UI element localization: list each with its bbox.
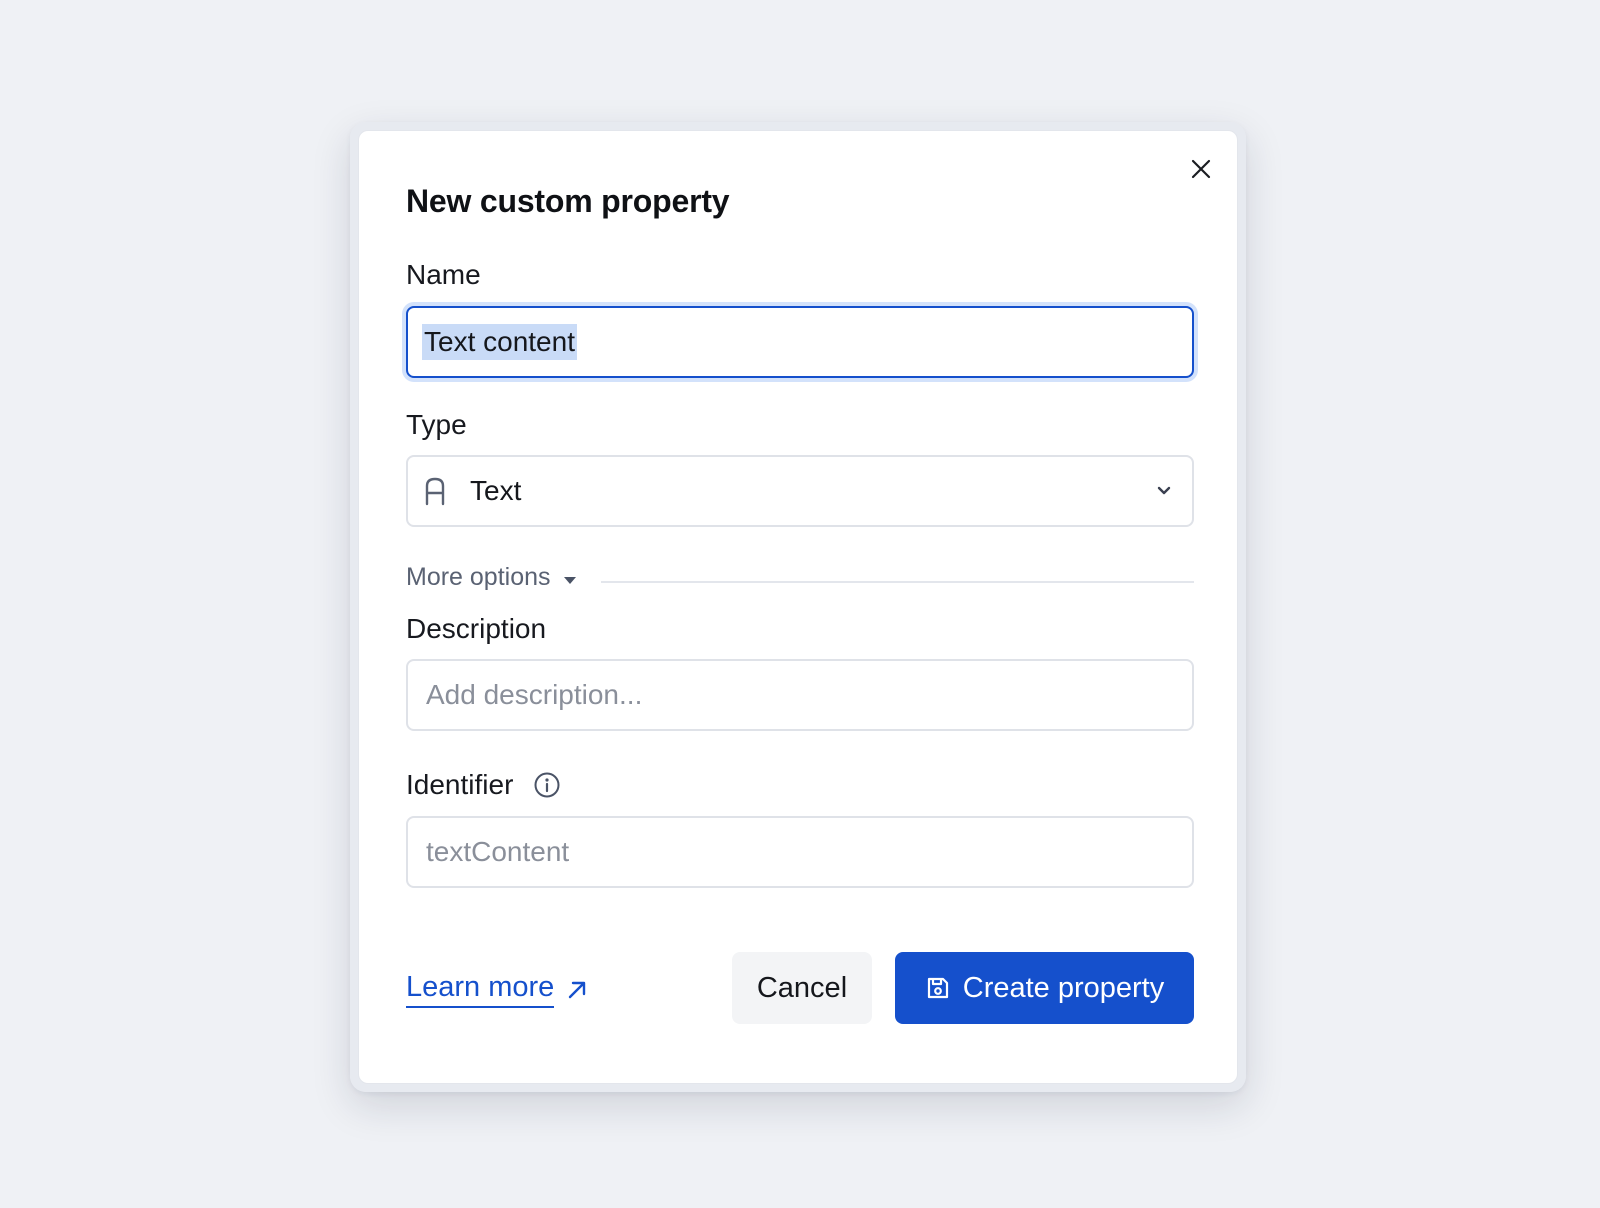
name-label: Name (406, 259, 481, 290)
type-select-value: Text (470, 475, 522, 506)
learn-more-link[interactable]: Learn more (406, 971, 588, 1008)
info-icon[interactable] (533, 771, 561, 799)
name-input[interactable]: Text content (406, 306, 1194, 378)
description-field[interactable] (406, 659, 1194, 731)
create-property-button[interactable]: Create property (895, 952, 1194, 1024)
description-label: Description (406, 613, 547, 644)
dialog-title: New custom property (406, 183, 730, 219)
more-options-toggle[interactable]: More options (406, 563, 577, 592)
caret-down-icon (563, 563, 577, 592)
description-input[interactable] (424, 678, 1176, 712)
text-type-icon (424, 476, 456, 506)
identifier-input[interactable] (424, 835, 1176, 869)
identifier-label: Identifier (406, 769, 514, 800)
identifier-field[interactable] (406, 816, 1194, 888)
learn-more-label: Learn more (406, 971, 555, 1008)
create-property-label: Create property (962, 971, 1165, 1004)
cancel-button[interactable]: Cancel (732, 952, 872, 1024)
close-button[interactable] (1185, 153, 1217, 185)
chevron-down-icon (1152, 485, 1176, 497)
more-options-label: More options (406, 563, 551, 591)
close-icon (1189, 157, 1213, 181)
identifier-label-row: Identifier (406, 769, 561, 801)
save-icon (925, 975, 951, 1001)
more-options-divider (601, 581, 1194, 583)
external-link-arrow-icon (566, 979, 588, 1001)
new-custom-property-dialog: New custom property Name Text content Ty… (358, 130, 1238, 1084)
dialog-frame: New custom property Name Text content Ty… (350, 122, 1246, 1092)
type-select[interactable]: Text (406, 455, 1194, 527)
type-label: Type (406, 409, 467, 440)
name-input-value: Text content (422, 324, 577, 360)
cancel-button-label: Cancel (756, 971, 848, 1004)
